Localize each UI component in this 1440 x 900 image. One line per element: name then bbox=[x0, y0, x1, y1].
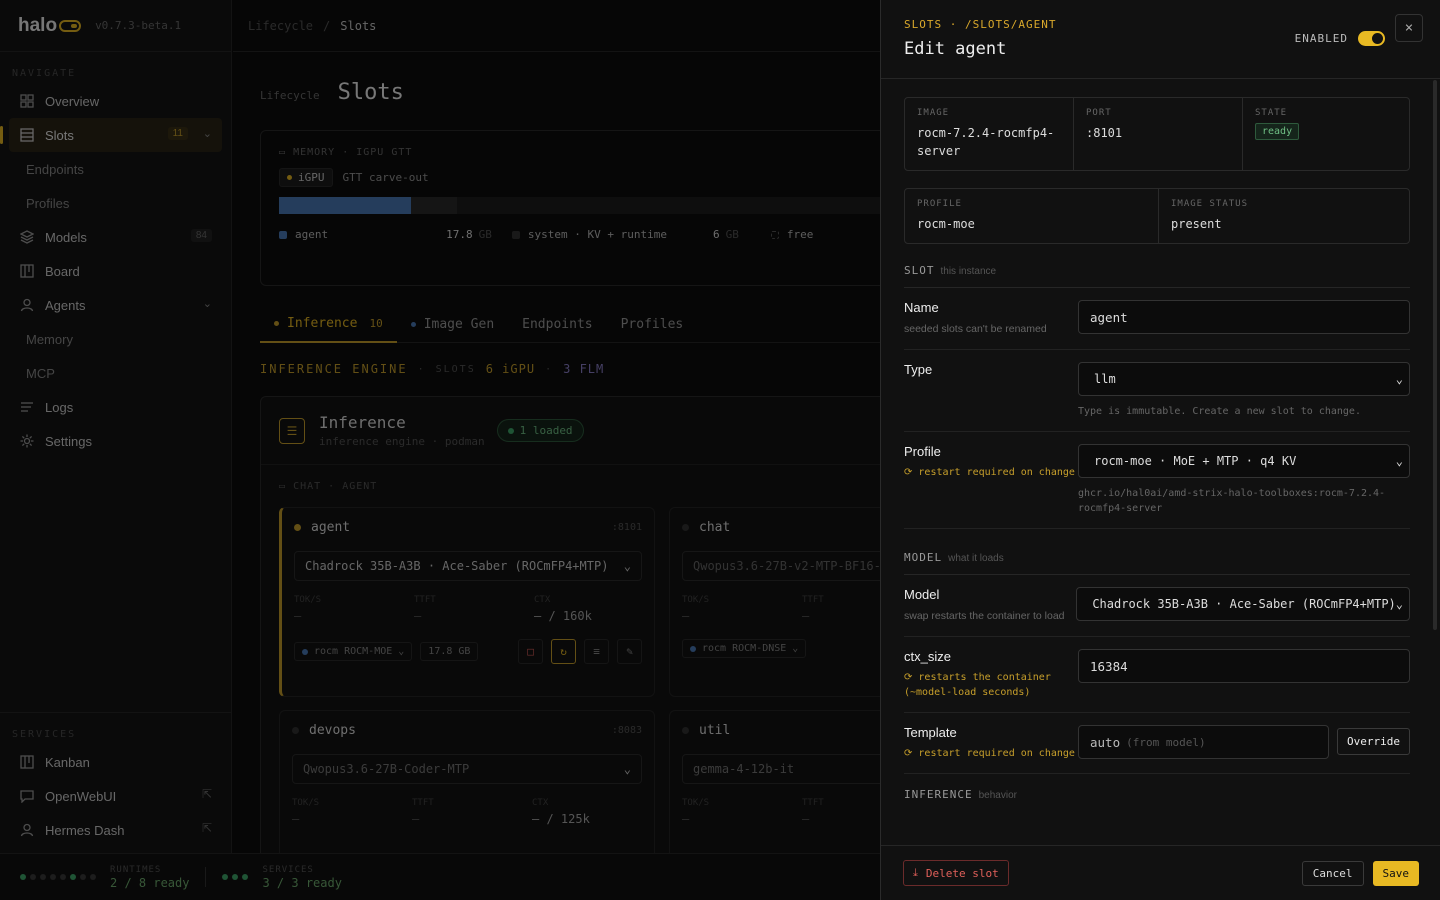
field-label: Template bbox=[904, 725, 957, 740]
chevron-down-icon: ⌄ bbox=[1395, 597, 1403, 611]
model-select[interactable]: Chadrock 35B-A3B · Ace-Saber (ROCmFP4+MT… bbox=[1076, 587, 1410, 621]
chevron-down-icon: ⌄ bbox=[1395, 372, 1403, 386]
section-subtitle: behavior bbox=[978, 790, 1017, 801]
delete-slot-button[interactable]: ⤓ Delete slot bbox=[903, 860, 1009, 886]
restart-warning: ⟳ restart required on change bbox=[904, 748, 1075, 759]
field-label: Name bbox=[904, 300, 939, 315]
drawer-body: IMAGE rocm-7.2.4-rocmfp4-server PORT :8101… bbox=[881, 80, 1433, 845]
ctx-size-input[interactable]: 16384 bbox=[1078, 649, 1410, 683]
close-icon: × bbox=[1404, 20, 1414, 36]
field-label: Profile bbox=[904, 444, 941, 459]
drawer-scrollbar[interactable] bbox=[1433, 80, 1437, 630]
field-label: ctx_size bbox=[904, 649, 951, 664]
section-title: INFERENCE bbox=[904, 788, 973, 801]
profile-image-hint: ghcr.io/hal0ai/amd-strix-halo-toolboxes:… bbox=[1078, 488, 1386, 514]
section-subtitle: what it loads bbox=[948, 553, 1004, 564]
model-row: Model swap restarts the container to load… bbox=[904, 575, 1410, 637]
state-label: STATE bbox=[1255, 108, 1288, 118]
section-title: SLOT bbox=[904, 264, 935, 277]
app-root: halo v0.7.3-beta.1 NAVIGATE Overview Slo… bbox=[0, 0, 1440, 900]
inference-section-heading: INFERENCE behavior bbox=[904, 788, 1410, 811]
field-label: Type bbox=[904, 362, 933, 377]
restart-warning: ⟳ restarts the container (~model-load se… bbox=[904, 672, 1051, 698]
profile-value: rocm-moe bbox=[917, 217, 975, 231]
template-row: Template ⟳ restart required on change aut… bbox=[904, 713, 1410, 774]
restart-warning: ⟳ restart required on change bbox=[904, 467, 1075, 478]
template-input[interactable]: auto (from model) bbox=[1078, 725, 1330, 759]
port-value: :8101 bbox=[1086, 126, 1123, 140]
field-label: Model bbox=[904, 587, 940, 602]
profile-select-value: rocm-moe · MoE + MTP · q4 KV bbox=[1094, 454, 1297, 468]
model-select-value: Chadrock 35B-A3B · Ace-Saber (ROCmFP4+MT… bbox=[1092, 597, 1396, 611]
type-row: Type llm ⌄ Type is immutable. Create a ne… bbox=[904, 350, 1410, 432]
cancel-button[interactable]: Cancel bbox=[1301, 860, 1364, 886]
status-badge: ready bbox=[1255, 123, 1300, 140]
profile-row: Profile ⟳ restart required on change rocm… bbox=[904, 432, 1410, 529]
section-subtitle: this instance bbox=[940, 266, 997, 277]
model-section-heading: MODEL what it loads bbox=[904, 551, 1410, 575]
type-select-value: llm bbox=[1094, 372, 1116, 386]
name-row: Name seeded slots can't be renamed agent bbox=[904, 288, 1410, 350]
ctx-size-row: ctx_size ⟳ restarts the container (~model… bbox=[904, 637, 1410, 713]
name-field[interactable]: agent bbox=[1078, 300, 1410, 334]
template-placeholder: (from model) bbox=[1126, 735, 1206, 749]
image-value: rocm-7.2.4-rocmfp4-server bbox=[917, 126, 1055, 158]
type-hint: Type is immutable. Create a new slot to … bbox=[1078, 406, 1361, 417]
image-status-label: IMAGE STATUS bbox=[1171, 199, 1249, 209]
port-label: PORT bbox=[1086, 108, 1112, 118]
trash-icon: ⤓ bbox=[913, 866, 918, 879]
edit-slot-drawer: SLOTS · /SLOTS/AGENT Edit agent ENABLED … bbox=[880, 0, 1440, 900]
delete-label: Delete slot bbox=[925, 866, 999, 880]
enabled-toggle[interactable] bbox=[1358, 31, 1385, 46]
modal-backdrop[interactable] bbox=[0, 0, 880, 900]
drawer-header: SLOTS · /SLOTS/AGENT Edit agent ENABLED … bbox=[881, 0, 1440, 79]
image-status-value: present bbox=[1171, 217, 1222, 231]
enabled-label: ENABLED bbox=[1294, 32, 1348, 45]
drawer-path: SLOTS · /SLOTS/AGENT bbox=[904, 18, 1057, 31]
profile-label: PROFILE bbox=[917, 199, 962, 209]
chevron-down-icon: ⌄ bbox=[1395, 454, 1403, 468]
section-title: MODEL bbox=[904, 551, 943, 564]
field-hint: seeded slots can't be renamed bbox=[904, 323, 1047, 335]
slot-section-heading: SLOT this instance bbox=[904, 264, 1410, 288]
override-button[interactable]: Override bbox=[1337, 728, 1410, 755]
type-select[interactable]: llm ⌄ bbox=[1078, 362, 1410, 396]
close-button[interactable]: × bbox=[1395, 14, 1423, 42]
profile-select[interactable]: rocm-moe · MoE + MTP · q4 KV ⌄ bbox=[1078, 444, 1410, 478]
save-button[interactable]: Save bbox=[1372, 860, 1419, 886]
enabled-control: ENABLED bbox=[1295, 31, 1385, 46]
image-label: IMAGE bbox=[917, 108, 950, 118]
image-info-grid: IMAGE rocm-7.2.4-rocmfp4-server PORT :8101… bbox=[904, 97, 1410, 171]
drawer-footer: ⤓ Delete slot Cancel Save bbox=[881, 845, 1440, 900]
profile-info-grid: PROFILE rocm-moe IMAGE STATUS present bbox=[904, 188, 1410, 244]
template-value: auto bbox=[1090, 734, 1121, 750]
field-hint: swap restarts the container to load bbox=[904, 610, 1065, 622]
